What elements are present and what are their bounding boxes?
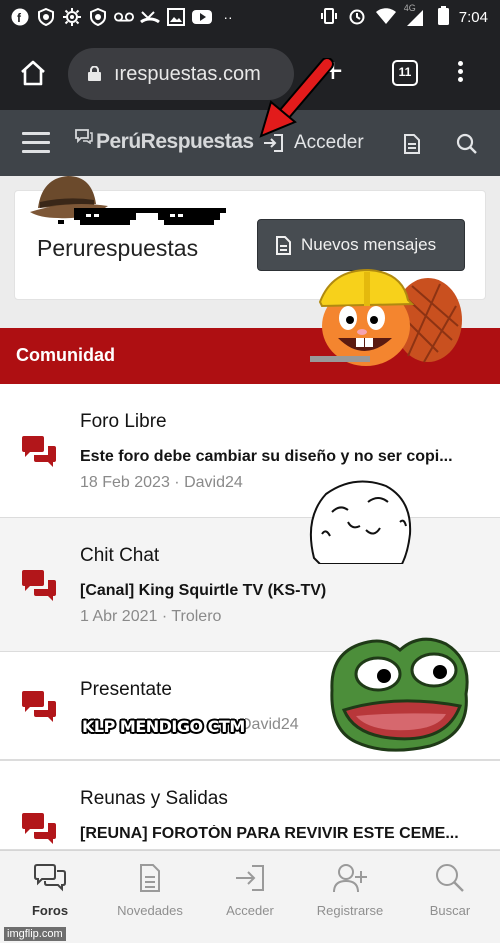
chat-bubbles-icon xyxy=(22,570,56,601)
status-bar: f ·· 4G 7:04 xyxy=(0,0,500,36)
chat-bubbles-icon xyxy=(22,691,56,722)
lock-icon xyxy=(88,66,101,81)
search-icon xyxy=(436,864,464,892)
forum-last-thread[interactable]: Este foro debe cambiar su diseño y no se… xyxy=(80,448,472,466)
meme-caption: KLP MENDIGO CTM xyxy=(82,717,245,736)
forum-meta: 18 Feb 2023 · David24 xyxy=(80,474,243,491)
battery-icon xyxy=(437,6,449,29)
nav-login-label: Acceder xyxy=(226,903,274,918)
forum-title[interactable]: Reunas y Salidas xyxy=(80,788,228,810)
image-icon xyxy=(166,7,186,27)
nav-register-label: Registrarse xyxy=(316,903,384,918)
shield-icon xyxy=(36,7,56,27)
forum-title[interactable]: Foro Libre xyxy=(80,411,167,433)
forum-title[interactable]: Chit Chat xyxy=(80,545,159,567)
forum-row[interactable]: Reunas y Salidas [REUNA] FOROTÓN PARA RE… xyxy=(0,760,500,850)
facebook-icon: f xyxy=(10,7,30,27)
alarm-icon xyxy=(348,7,366,29)
forum-title[interactable]: Presentate xyxy=(80,679,172,701)
browser-menu-button[interactable] xyxy=(452,58,468,88)
site-header: PerúRespuestas Acceder xyxy=(0,110,500,176)
site-logo-text: PerúRespuestas xyxy=(96,130,254,153)
missed-call-icon xyxy=(140,7,160,27)
nav-search-label: Buscar xyxy=(429,903,471,918)
forum-meta: 1 Abr 2021 · Trolero xyxy=(80,608,222,625)
youtube-icon xyxy=(192,7,212,27)
vibrate-icon xyxy=(320,7,338,29)
nav-whats-new-label: Novedades xyxy=(117,903,183,918)
search-icon xyxy=(456,133,477,154)
site-logo[interactable]: PerúRespuestas xyxy=(74,128,254,154)
forum-last-thread[interactable]: [REUNA] FOROTÓN PARA REVIVIR ESTE CEME..… xyxy=(80,825,472,843)
nav-register[interactable]: Registrarse xyxy=(300,863,400,918)
bottom-navigation: Foros Novedades Acceder Registrarse Busc… xyxy=(0,850,500,943)
add-user-icon xyxy=(333,864,367,893)
chat-bubble-logo-icon xyxy=(74,128,96,147)
new-messages-button[interactable]: Nuevos mensajes xyxy=(257,219,465,271)
browser-toolbar: ırespuestas.com + 11 xyxy=(0,36,500,110)
header-search-button[interactable] xyxy=(456,133,478,155)
page-title: Perurespuestas xyxy=(37,235,199,261)
clock: 7:04 xyxy=(458,9,488,26)
document-icon xyxy=(276,235,291,255)
document-icon xyxy=(140,864,160,892)
new-messages-label: Nuevos mensajes xyxy=(301,235,437,254)
notification-icons: f ·· xyxy=(10,7,238,27)
home-button[interactable] xyxy=(18,58,48,88)
forum-row[interactable]: Foro Libre Este foro debe cambiar su dis… xyxy=(0,384,500,518)
watermark: imgflip.com xyxy=(4,927,66,941)
shield-icon xyxy=(88,7,108,27)
chat-bubbles-icon xyxy=(22,436,56,467)
beaver-cartoon-sticker xyxy=(310,268,462,366)
login-icon xyxy=(236,865,264,891)
nav-search[interactable]: Buscar xyxy=(400,863,500,918)
tab-switcher-button[interactable]: 11 xyxy=(392,60,418,86)
more-notifications-icon: ·· xyxy=(223,9,233,25)
forum-last-thread[interactable]: [Canal] King Squirtle TV (KS-TV) xyxy=(80,582,472,600)
forum-row[interactable]: Chit Chat [Canal] King Squirtle TV (KS-T… xyxy=(0,518,500,652)
document-icon xyxy=(404,134,420,154)
gear-icon xyxy=(62,7,82,27)
deal-with-it-glasses-sticker xyxy=(58,208,226,225)
forum-meta: David24 xyxy=(240,716,299,733)
hamburger-menu-button[interactable] xyxy=(22,132,50,154)
network-type: 4G xyxy=(403,2,416,13)
nav-login[interactable]: Acceder xyxy=(200,863,300,918)
nav-forums-label: Foros xyxy=(31,903,69,918)
nav-forums[interactable]: Foros xyxy=(0,863,100,918)
pepe-frog-sticker xyxy=(330,637,469,752)
wifi-icon xyxy=(375,7,396,28)
system-icons: 4G 7:04 xyxy=(320,3,488,29)
category-title: Comunidad xyxy=(16,345,115,365)
whats-new-button[interactable] xyxy=(404,134,420,154)
chat-bubbles-icon xyxy=(34,864,66,892)
home-icon xyxy=(21,60,45,86)
red-arrow-sticker xyxy=(259,58,334,138)
voicemail-icon xyxy=(114,7,134,27)
chat-bubbles-icon xyxy=(22,813,56,844)
troll-face-sticker xyxy=(309,480,412,564)
cell-signal-icon: 4G xyxy=(404,3,428,27)
nav-whats-new[interactable]: Novedades xyxy=(100,863,200,918)
